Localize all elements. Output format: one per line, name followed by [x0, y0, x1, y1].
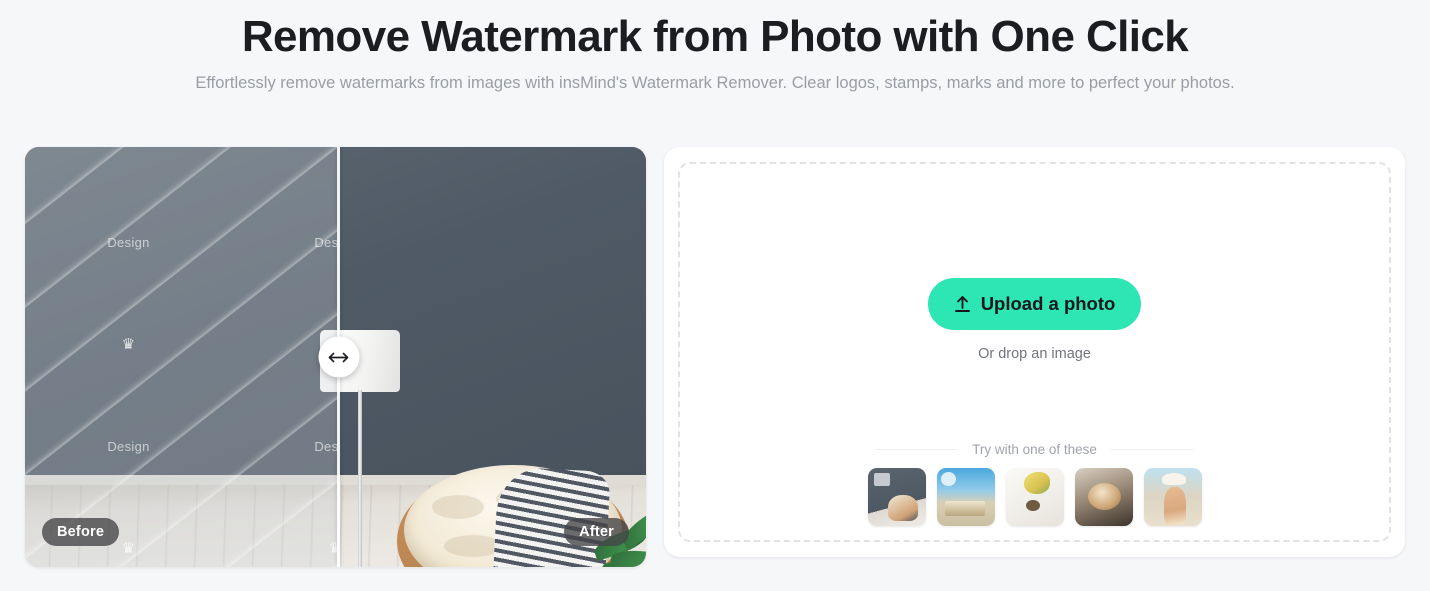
page-subtitle: Effortlessly remove watermarks from imag…	[195, 74, 1235, 92]
sample-thumbnail-coffee-cup[interactable]	[1074, 468, 1133, 526]
before-image: Design Design Design ♛ ♛ ♛ Design Design…	[25, 147, 337, 567]
drop-image-hint: Or drop an image	[978, 346, 1091, 362]
after-badge: After	[564, 518, 629, 546]
sample-thumbnail-woman-at-beach[interactable]	[1143, 468, 1202, 526]
sample-thumbnail-flowers-on-paper[interactable]	[1005, 468, 1064, 526]
watermark-cell: ♛	[121, 540, 136, 557]
sample-thumbnail-watermarked-chair-room[interactable]	[867, 468, 926, 526]
samples-divider: Try with one of these	[680, 442, 1389, 457]
watermark-cell: Design	[314, 438, 337, 454]
before-badge: Before	[42, 518, 120, 546]
hero-header: Remove Watermark from Photo with One Cli…	[0, 0, 1430, 95]
sample-thumbnails	[680, 468, 1389, 526]
watermark-cell: Design	[107, 234, 150, 250]
divider-line-left	[876, 449, 959, 450]
upload-photo-button-label: Upload a photo	[980, 293, 1116, 314]
upload-photo-button[interactable]: Upload a photo	[927, 278, 1142, 330]
upload-card: Upload a photo Or drop an image Try with…	[664, 147, 1405, 557]
watermark-cell: Design	[314, 234, 337, 250]
lamp-pole	[358, 390, 362, 567]
comparison-slider-handle[interactable]	[318, 336, 359, 378]
divider-line-right	[1110, 449, 1193, 450]
samples-label: Try with one of these	[972, 442, 1097, 457]
before-after-comparison[interactable]: Design Design Design ♛ ♛ ♛ Design Design…	[25, 147, 646, 567]
page-root: Remove Watermark from Photo with One Cli…	[0, 0, 1430, 591]
upload-arrow-icon	[954, 295, 971, 313]
watermark-pattern: Design Design Design ♛ ♛ ♛ Design Design…	[25, 147, 337, 567]
page-title: Remove Watermark from Photo with One Cli…	[241, 12, 1189, 61]
content-row: Design Design Design ♛ ♛ ♛ Design Design…	[0, 147, 1430, 567]
watermark-cell: ♛	[328, 540, 337, 557]
left-right-arrow-icon	[328, 351, 349, 363]
sample-thumbnail-beach-pier[interactable]	[936, 468, 995, 526]
watermark-cell: ♛	[121, 336, 136, 353]
dropzone[interactable]: Upload a photo Or drop an image Try with…	[678, 162, 1391, 542]
watermark-cell: Design	[107, 438, 150, 454]
